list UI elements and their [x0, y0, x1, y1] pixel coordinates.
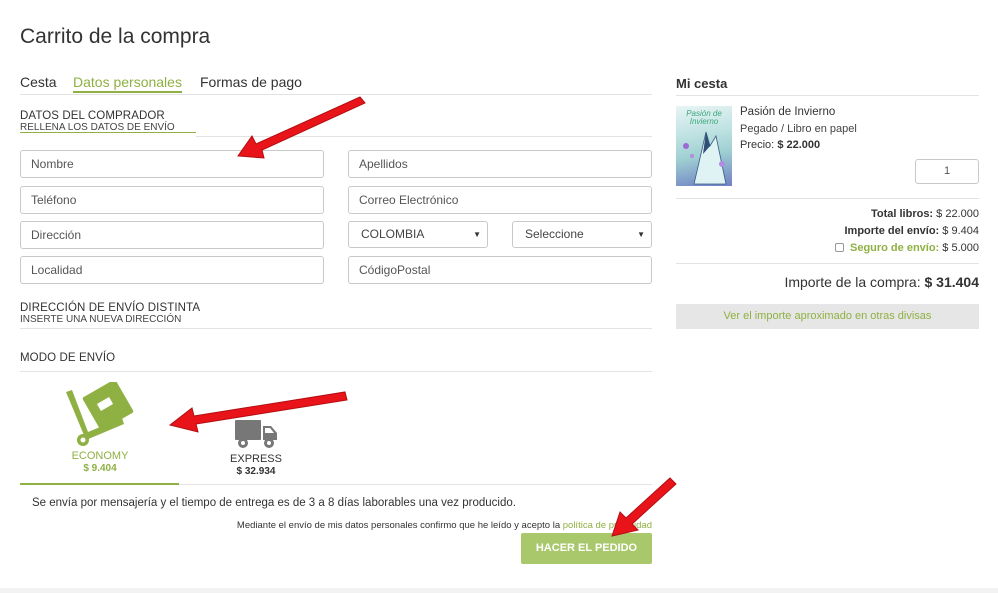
- divider: [179, 484, 652, 485]
- divider: [20, 371, 652, 372]
- divider: [676, 263, 979, 264]
- divider: [676, 198, 979, 199]
- apellidos-field[interactable]: [348, 150, 652, 178]
- region-value: Seleccione: [525, 227, 584, 241]
- alt-shipping-title: DIRECCIÓN DE ENVÍO DISTINTA: [20, 302, 201, 314]
- price-label: Precio:: [740, 139, 775, 151]
- place-order-button[interactable]: HACER EL PEDIDO: [521, 533, 652, 564]
- grand-total-value: $ 31.404: [924, 274, 980, 290]
- footer-band: [0, 588, 998, 593]
- checkout-tabs: Cesta Datos personales Formas de pago: [20, 74, 652, 95]
- grand-total: Importe de la compra: $ 31.404: [784, 274, 979, 290]
- book-title: Pasión de Invierno: [740, 106, 836, 118]
- buyer-title: DATOS DEL COMPRADOR: [20, 110, 165, 122]
- express-label: EXPRESS: [230, 453, 282, 465]
- grand-total-label: Importe de la compra:: [784, 274, 921, 290]
- economy-selected-indicator: [20, 483, 179, 485]
- express-price: $ 32.934: [236, 466, 276, 477]
- nombre-field[interactable]: [20, 150, 324, 178]
- privacy-consent: Mediante el envío de mis datos personale…: [237, 520, 652, 531]
- chevron-down-icon: ▼: [637, 230, 645, 239]
- book-cover-image: Pasión de Invierno: [676, 106, 732, 186]
- total-books-value: $ 22.000: [936, 208, 979, 220]
- tab-formas-de-pago[interactable]: Formas de pago: [200, 74, 302, 90]
- chevron-down-icon: ▼: [473, 230, 481, 239]
- book-cover-art: [683, 131, 727, 185]
- total-books-row: Total libros: $ 22.000: [871, 208, 979, 220]
- insurance-value: $ 5.000: [942, 242, 979, 254]
- country-value: COLOMBIA: [361, 227, 425, 241]
- hand-truck-icon: [66, 382, 134, 446]
- buyer-section-header: DATOS DEL COMPRADOR RELLENA LOS DATOS DE…: [20, 110, 175, 133]
- book-price: Precio: $ 22.000: [740, 139, 820, 151]
- insurance-row: Seguro de envío: $ 5.000: [834, 242, 979, 254]
- shipping-mode-header: MODO DE ENVÍO: [20, 352, 115, 364]
- shipping-cost-label: Importe del envío:: [844, 225, 940, 237]
- total-books-label: Total libros:: [870, 208, 934, 220]
- arrow-to-nombre-icon: [237, 96, 366, 159]
- insurance-label: Seguro de envío:: [849, 242, 940, 254]
- economy-label: ECONOMY: [71, 450, 129, 462]
- price-value: $ 22.000: [777, 139, 821, 151]
- truck-icon: [235, 420, 277, 448]
- divider: [676, 95, 979, 96]
- email-field[interactable]: [348, 186, 652, 214]
- region-select[interactable]: Seleccione ▼: [512, 221, 652, 248]
- basket-title: Mi cesta: [676, 76, 728, 91]
- quantity-input[interactable]: 1: [915, 159, 979, 184]
- alt-shipping-subtitle: INSERTE UNA NUEVA DIRECCIÓN: [20, 314, 182, 325]
- shipping-option-economy[interactable]: ECONOMY $ 9.404: [40, 382, 160, 474]
- shipping-option-express[interactable]: EXPRESS $ 32.934: [206, 418, 306, 477]
- economy-price: $ 9.404: [83, 463, 117, 474]
- buyer-underline: [20, 132, 196, 133]
- tab-datos-personales[interactable]: Datos personales: [73, 74, 182, 93]
- telefono-field[interactable]: [20, 186, 324, 214]
- tab-cesta[interactable]: Cesta: [20, 74, 57, 90]
- postal-code-field[interactable]: [348, 256, 652, 284]
- shipping-mode-title: MODO DE ENVÍO: [20, 352, 116, 364]
- shipping-cost-value: $ 9.404: [942, 225, 979, 237]
- delivery-note: Se envía por mensajería y el tiempo de e…: [32, 497, 516, 509]
- alt-shipping-header[interactable]: DIRECCIÓN DE ENVÍO DISTINTA INSERTE UNA …: [20, 302, 200, 325]
- book-format: Pegado / Libro en papel: [740, 123, 857, 135]
- divider: [196, 136, 652, 137]
- privacy-policy-link[interactable]: política de privacidad: [563, 520, 652, 531]
- localidad-field[interactable]: [20, 256, 324, 284]
- insurance-checkbox[interactable]: [834, 243, 844, 252]
- divider: [20, 328, 652, 329]
- currency-conversion-button[interactable]: Ver el importe aproximado en otras divis…: [676, 304, 979, 329]
- direccion-field[interactable]: [20, 221, 324, 249]
- page-title: Carrito de la compra: [20, 25, 211, 48]
- shipping-cost-row: Importe del envío: $ 9.404: [844, 225, 979, 237]
- privacy-text: Mediante el envío de mis datos personale…: [236, 520, 561, 531]
- country-select[interactable]: COLOMBIA ▼: [348, 221, 488, 248]
